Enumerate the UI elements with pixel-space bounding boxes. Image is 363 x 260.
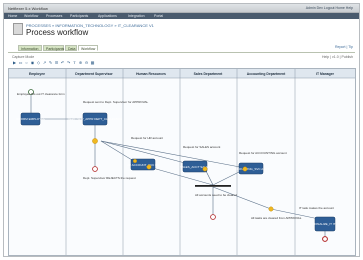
gateway-accounting[interactable] (242, 166, 248, 172)
tab-data[interactable]: Data (65, 45, 77, 51)
note-all-approve: All tasks are cleared from APPROVAL (251, 216, 302, 220)
note-rejected: Dept. Supervisor REJECTS the request (83, 176, 136, 180)
gateway-sales[interactable] (202, 166, 208, 172)
zoom-in-icon[interactable]: ⊕ (78, 60, 83, 65)
process-icon (13, 23, 23, 35)
menu-integration[interactable]: Integration (128, 14, 145, 18)
redo-icon[interactable]: ↷ (66, 60, 71, 65)
gateway-hr-in[interactable] (132, 158, 137, 163)
split-tool-icon[interactable]: ☰ (54, 60, 59, 65)
tab-participants[interactable]: Participants (43, 45, 64, 51)
note-sales-request: Request for SALES account (183, 145, 221, 149)
menu-workflow[interactable]: Workflow (24, 14, 38, 18)
end-event-rejected[interactable] (92, 166, 98, 172)
menu-processes[interactable]: Processes (46, 14, 62, 18)
text-tool-icon[interactable]: T (72, 60, 77, 65)
end-event-final[interactable] (322, 236, 328, 242)
activity-it-label: FINALIZE_IT IT (315, 222, 336, 226)
tab-information[interactable]: Information (18, 45, 42, 51)
app-window: Netflexer 5.x Workflow Admin Dev Logout … (3, 3, 360, 257)
activity-tool-icon[interactable]: ▭ (18, 60, 23, 65)
app-title: Netflexer 5.x Workflow (8, 6, 48, 11)
note-supervisor: Request sent to Dept. Supervisor for APP… (83, 100, 148, 104)
main-menu: Home Workflow Processes Participants App… (4, 13, 359, 19)
lane-sales: Sales Department (194, 72, 224, 76)
note-hr-request: Request for HR account (131, 136, 163, 140)
gateway-hr[interactable] (146, 164, 152, 170)
tab-divider (8, 52, 355, 53)
select-tool-icon[interactable]: ▶ (12, 60, 17, 65)
gateway-all-approve[interactable] (268, 206, 274, 212)
lane-supervisor: Department Supervisor (75, 72, 113, 76)
activity-accounting-label: ACCOUNTING_SVC ACCT (233, 167, 270, 171)
menu-applications[interactable]: Applications (98, 14, 117, 18)
menu-portal[interactable]: Portal (154, 14, 163, 18)
page-title: Process workflow (26, 28, 89, 37)
end-event-accounts[interactable] (210, 214, 216, 220)
capture-mode-label: Capture Mode (12, 55, 35, 59)
gateway-tool-icon[interactable]: ◇ (36, 60, 41, 65)
start-tool-icon[interactable]: ○ (24, 60, 29, 65)
lane-employee: Employee (29, 72, 45, 76)
workflow-diagram: Employee Department Supervisor Human Res… (9, 69, 355, 255)
lane-hr: Human Resources (136, 72, 166, 76)
lane-it: IT Manager (316, 72, 335, 76)
gateway-approval[interactable] (92, 138, 98, 144)
note-tool-icon[interactable]: ✎ (48, 60, 53, 65)
note-it-final: IT task makes the account (299, 206, 334, 210)
zoom-out-icon[interactable]: ⊖ (84, 60, 89, 65)
lane-accounting: Accounting Department (247, 72, 286, 76)
note-accounting-request: Request for ACCOUNTING account (239, 151, 287, 155)
join-bar[interactable] (195, 185, 231, 187)
menu-participants[interactable]: Participants (70, 14, 88, 18)
title-bar: Netflexer 5.x Workflow Admin Dev Logout … (4, 4, 359, 13)
workflow-canvas[interactable]: Employee Department Supervisor Human Res… (8, 68, 356, 256)
activity-supervisor-label: DEPT_SUP_APPR DEPT_CLEARANCE (68, 117, 123, 121)
menu-home[interactable]: Home (8, 14, 17, 18)
activity-employee-label: IRFORM EMPLOYEE (16, 117, 45, 121)
link-tool-icon[interactable]: ↗ (42, 60, 47, 65)
save-icon[interactable]: ▦ (90, 60, 95, 65)
undo-icon[interactable]: ↶ (60, 60, 65, 65)
activity-hr-label: HR ACCOUNT_SVC HR (127, 163, 161, 167)
tab-workflow[interactable]: Workflow (78, 45, 98, 51)
note-all-accounts: All accounts need to be cleared (195, 193, 237, 197)
help-links[interactable]: Help | v1.0 | Publish (322, 55, 353, 59)
lane-header-bar (9, 69, 355, 78)
note-start: Employee fills out IT clearance form (17, 92, 65, 96)
end-tool-icon[interactable]: ◉ (30, 60, 35, 65)
report-link[interactable]: Report | Tip (335, 45, 353, 49)
user-links[interactable]: Admin Dev Logout Home Help (306, 6, 353, 10)
